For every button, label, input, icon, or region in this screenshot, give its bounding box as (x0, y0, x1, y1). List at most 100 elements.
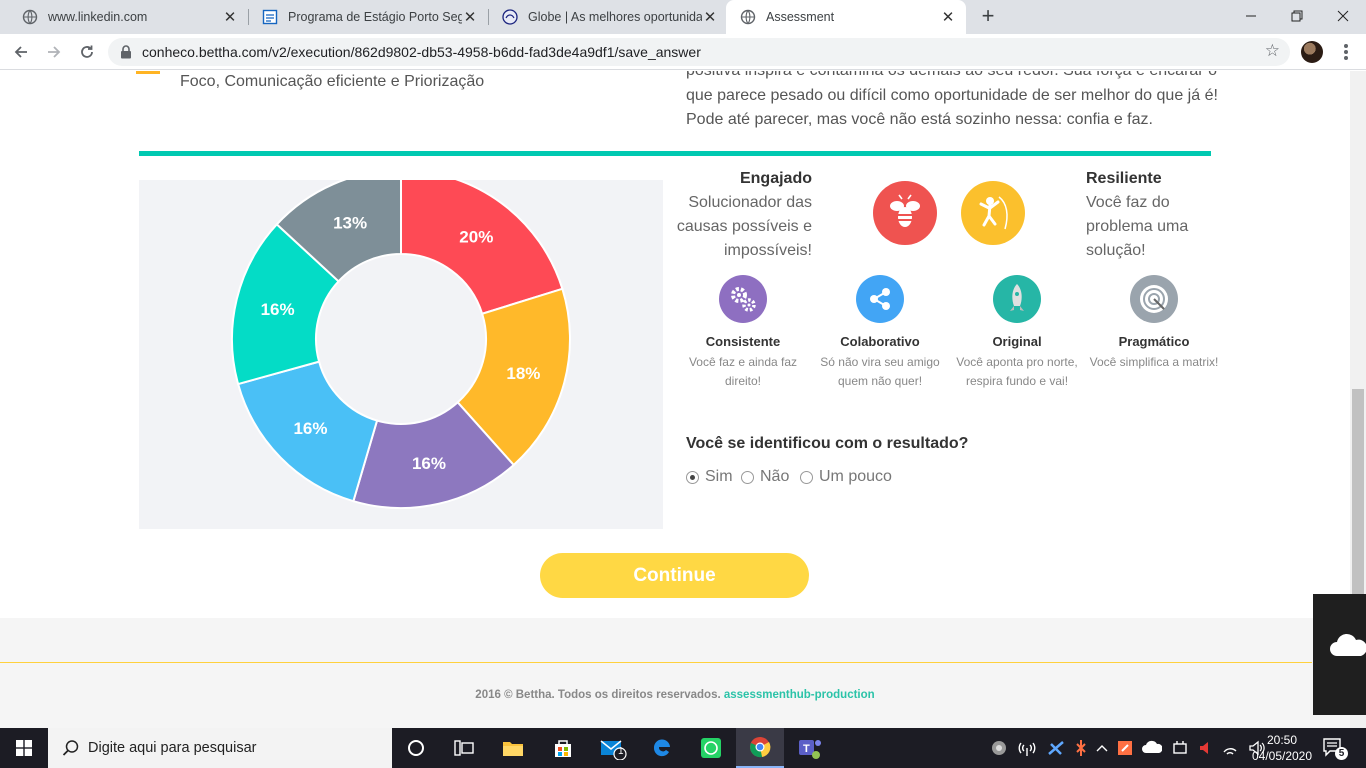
competency-description: Você aponta pro norte, respira fundo e v… (956, 355, 1078, 388)
close-icon (1337, 10, 1349, 22)
tab-assessment[interactable]: Assessment ✕ (726, 0, 966, 34)
reload-button[interactable] (75, 40, 99, 64)
document-icon (262, 9, 278, 25)
lead-profile-title: Resiliente (1086, 170, 1162, 187)
start-button[interactable] (0, 728, 48, 768)
volume-muted-icon[interactable] (1198, 739, 1212, 757)
footer-divider (0, 662, 1312, 663)
radio-label: Um pouco (819, 468, 892, 485)
teams-button[interactable]: T (786, 728, 834, 768)
store-icon (555, 740, 571, 757)
donut-slice (400, 180, 564, 316)
new-tab-button[interactable]: + (976, 5, 1000, 29)
radio-option-um-pouco[interactable]: Um pouco (800, 468, 892, 486)
url-text: conheco.bettha.com/v2/execution/862d9802… (142, 44, 701, 60)
competency-title: Consistente (705, 334, 781, 349)
browser-toolbar: conheco.bettha.com/v2/execution/862d9802… (0, 34, 1366, 70)
browser-tab-bar: www.linkedin.com ✕ Programa de Estágio P… (0, 0, 1366, 34)
clock[interactable]: 20:50 04/05/2020 (1250, 732, 1314, 764)
footer-copyright: 2016 © Bettha. Todos os direitos reserva… (475, 689, 721, 701)
radio-option-sim[interactable]: Sim (686, 468, 733, 486)
satellite-icon[interactable] (1046, 739, 1066, 757)
forward-button[interactable] (42, 40, 66, 64)
globe-icon (740, 9, 756, 25)
app-tray-icon[interactable] (1075, 739, 1087, 757)
footer: 2016 © Bettha. Todos os direitos reserva… (0, 689, 1350, 701)
slice-label: 18% (506, 364, 540, 383)
onedrive-popup[interactable] (1313, 594, 1366, 715)
competency-title: Pragmático (1118, 334, 1190, 349)
task-view-button[interactable] (440, 728, 488, 768)
teams-icon: T (799, 740, 821, 759)
whatsapp-button[interactable] (687, 728, 735, 768)
climber-icon (961, 181, 1025, 245)
cortana-button[interactable] (392, 728, 440, 768)
chrome-button[interactable] (736, 728, 784, 768)
page-viewport: Foco, Comunicação eficiente e Priorizaçã… (0, 71, 1366, 728)
close-icon[interactable]: ✕ (222, 8, 238, 26)
notification-center-button[interactable]: 5 (1322, 736, 1348, 760)
svg-text:T: T (803, 743, 810, 755)
clock-date: 04/05/2020 (1251, 749, 1313, 763)
tab-linkedin[interactable]: www.linkedin.com ✕ (8, 0, 248, 34)
tab-porto-seguro[interactable]: Programa de Estágio Porto Seguro ✕ (248, 0, 488, 34)
app-tray-icon[interactable] (1117, 739, 1133, 757)
close-icon[interactable]: ✕ (702, 8, 718, 26)
tab-title: Assessment (766, 10, 835, 24)
chevron-up-icon[interactable] (1096, 739, 1108, 757)
tab-globe[interactable]: Globe | As melhores oportunidades ✕ (488, 0, 728, 34)
tab-title: Globe | As melhores oportunidades (528, 10, 702, 24)
lead-profile-description: Solucionador das causas possíveis e impo… (676, 194, 812, 259)
mail-button[interactable]: 1 (589, 728, 637, 768)
power-plug-icon[interactable] (1171, 739, 1189, 757)
slice-label: 16% (293, 419, 327, 438)
footer-link[interactable]: assessmenthub-production (724, 689, 875, 701)
globe-logo-icon (502, 9, 518, 25)
whatsapp-icon (701, 738, 721, 758)
close-icon[interactable]: ✕ (940, 8, 956, 26)
file-explorer-button[interactable] (489, 728, 537, 768)
close-icon[interactable]: ✕ (462, 8, 478, 26)
notification-count: 5 (1335, 747, 1348, 760)
competency-description: Você faz e ainda faz direito! (688, 355, 798, 388)
previous-profile-text: positiva inspira e contamina os demais a… (686, 71, 1218, 128)
bee-icon (873, 181, 937, 245)
onedrive-icon[interactable] (1142, 739, 1162, 757)
competency-description: Só não vira seu amigo quem não quer! (820, 355, 940, 388)
continue-button[interactable]: Continue (540, 553, 809, 598)
back-button[interactable] (9, 40, 33, 64)
taskbar-search[interactable]: Digite aqui para pesquisar (48, 728, 392, 768)
radio-button[interactable] (800, 470, 813, 484)
radio-button[interactable] (741, 470, 754, 484)
edge-button[interactable] (638, 728, 686, 768)
identification-question: Você se identificou com o resultado? (686, 435, 969, 452)
network-antenna-icon[interactable] (1017, 739, 1037, 757)
mail-badge: 1 (618, 746, 624, 757)
reload-icon (81, 45, 93, 58)
store-button[interactable] (539, 728, 587, 768)
clock-time: 20:50 (1266, 733, 1298, 747)
result-chart: 20% 18% 16% 16% 16% 13% (139, 180, 663, 529)
radio-button[interactable] (686, 470, 699, 484)
competency-title: Colaborativo (840, 334, 920, 349)
wifi-icon[interactable] (1221, 739, 1239, 757)
bookmark-star-icon[interactable]: ☆ (1265, 41, 1280, 61)
close-window-button[interactable] (1320, 0, 1366, 32)
restore-button[interactable] (1274, 0, 1320, 32)
address-bar[interactable]: conheco.bettha.com/v2/execution/862d9802… (108, 38, 1290, 66)
target-icon (1130, 275, 1178, 323)
task-view-icon (454, 740, 474, 756)
radio-option-nao[interactable]: Não (741, 468, 789, 486)
minimize-button[interactable] (1228, 0, 1274, 32)
section-divider (139, 151, 1211, 156)
edge-icon (653, 739, 670, 757)
browser-menu-button[interactable] (1336, 42, 1356, 62)
app-tray-icon[interactable] (990, 739, 1008, 757)
profile-avatar[interactable] (1301, 41, 1323, 63)
lead-profile-title: Engajado (739, 170, 812, 187)
slice-label: 16% (261, 300, 295, 319)
lead-profile-description: Você faz do problema uma solução! (1086, 194, 1189, 259)
competency-title: Original (992, 334, 1042, 349)
lock-icon (121, 45, 131, 59)
rocket-icon (993, 275, 1041, 323)
